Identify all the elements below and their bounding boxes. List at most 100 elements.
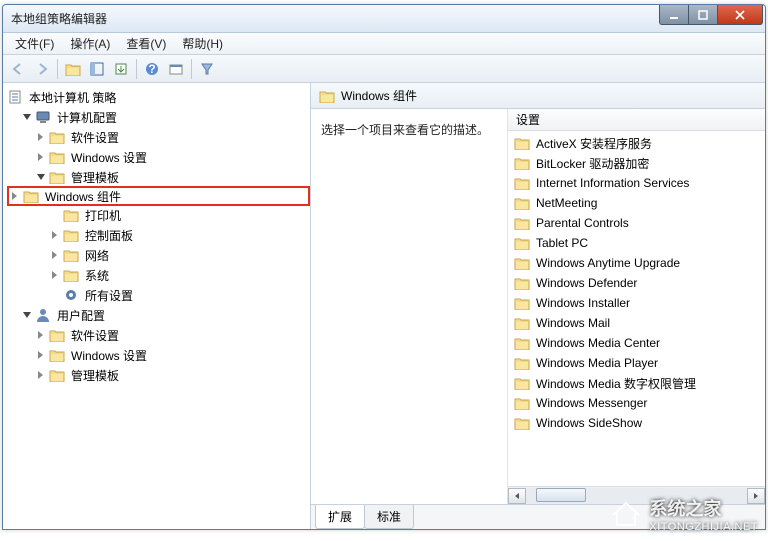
properties-button[interactable] bbox=[165, 58, 187, 80]
folder-icon bbox=[514, 316, 530, 330]
tree-control-panel[interactable]: 控制面板 bbox=[7, 225, 310, 245]
scroll-left-button[interactable] bbox=[508, 488, 526, 504]
list-item[interactable]: BitLocker 驱动器加密 bbox=[508, 153, 765, 173]
view-tabs: 扩展 标准 bbox=[311, 505, 765, 529]
filter-button[interactable] bbox=[196, 58, 218, 80]
tree-network[interactable]: 网络 bbox=[7, 245, 310, 265]
settings-list[interactable]: ActiveX 安装程序服务 BitLocker 驱动器加密Internet In… bbox=[508, 131, 765, 486]
maximize-button[interactable] bbox=[688, 5, 717, 25]
expand-icon[interactable] bbox=[35, 151, 47, 163]
list-item-label: BitLocker 驱动器加密 bbox=[536, 155, 649, 172]
tree-windows-settings[interactable]: Windows 设置 bbox=[7, 345, 310, 365]
tree-printers[interactable]: 打印机 bbox=[7, 205, 310, 225]
menu-file[interactable]: 文件(F) bbox=[7, 32, 62, 55]
expand-icon[interactable] bbox=[49, 269, 61, 281]
tab-extended[interactable]: 扩展 bbox=[315, 505, 365, 529]
expand-icon[interactable] bbox=[9, 190, 21, 202]
list-item-label: Windows Installer bbox=[536, 296, 630, 310]
right-pane: Windows 组件 选择一个项目来查看它的描述。 设置 ActiveX 安装程… bbox=[311, 83, 765, 529]
list-item[interactable]: Windows Messenger bbox=[508, 393, 765, 413]
tree-software-settings[interactable]: 软件设置 bbox=[7, 127, 310, 147]
detail-area: 选择一个项目来查看它的描述。 设置 ActiveX 安装程序服务BitLocke… bbox=[311, 109, 765, 505]
folder-icon bbox=[514, 276, 530, 290]
list-item[interactable]: Parental Controls bbox=[508, 213, 765, 233]
forward-button[interactable] bbox=[31, 58, 53, 80]
list-item-label: Windows Media Player bbox=[536, 356, 658, 370]
column-header-settings[interactable]: 设置 bbox=[516, 111, 540, 128]
tab-standard[interactable]: 标准 bbox=[364, 505, 414, 529]
folder-icon bbox=[63, 267, 79, 283]
tree-user-config[interactable]: 用户配置 bbox=[7, 305, 310, 325]
list-item[interactable]: NetMeeting bbox=[508, 193, 765, 213]
tree-label: Windows 设置 bbox=[69, 346, 149, 365]
expand-icon[interactable] bbox=[35, 329, 47, 341]
tree-pane[interactable]: 本地计算机 策略 计算机配置 软件设置 Windows 设置 管理模板 bbox=[3, 83, 311, 529]
expand-icon[interactable] bbox=[49, 229, 61, 241]
expand-icon[interactable] bbox=[35, 131, 47, 143]
list-item[interactable]: Windows Media Player bbox=[508, 353, 765, 373]
horizontal-scrollbar[interactable] bbox=[508, 486, 765, 504]
list-item-label: Windows Media 数字权限管理 bbox=[536, 375, 696, 392]
scroll-right-button[interactable] bbox=[747, 488, 765, 504]
folder-icon bbox=[514, 416, 530, 430]
list-item-label: Windows Mail bbox=[536, 316, 610, 330]
collapse-icon[interactable] bbox=[21, 111, 33, 123]
folder-icon bbox=[49, 347, 65, 363]
list-item[interactable]: Windows Installer bbox=[508, 293, 765, 313]
collapse-icon[interactable] bbox=[21, 309, 33, 321]
folder-icon bbox=[514, 136, 530, 150]
tree-software-settings[interactable]: 软件设置 bbox=[7, 325, 310, 345]
list-item[interactable]: Windows Defender bbox=[508, 273, 765, 293]
list-item[interactable]: Tablet PC bbox=[508, 233, 765, 253]
tree-label: Windows 设置 bbox=[69, 148, 149, 167]
tree-windows-settings[interactable]: Windows 设置 bbox=[7, 147, 310, 167]
scroll-track[interactable] bbox=[526, 488, 747, 504]
titlebar[interactable]: 本地组策略编辑器 bbox=[3, 5, 765, 33]
menu-action[interactable]: 操作(A) bbox=[62, 32, 118, 55]
folder-icon bbox=[49, 169, 65, 185]
folder-icon bbox=[514, 156, 530, 170]
toolbar-separator bbox=[57, 59, 58, 79]
expand-icon[interactable] bbox=[35, 369, 47, 381]
tree-root[interactable]: 本地计算机 策略 bbox=[7, 87, 310, 107]
toolbar-separator bbox=[191, 59, 192, 79]
up-button[interactable] bbox=[62, 58, 84, 80]
close-button[interactable] bbox=[717, 5, 763, 25]
tree-label: 计算机配置 bbox=[55, 108, 119, 127]
path-bar: Windows 组件 bbox=[311, 83, 765, 109]
minimize-button[interactable] bbox=[659, 5, 688, 25]
tree-windows-components[interactable]: Windows 组件 bbox=[7, 186, 310, 206]
tree-all-settings[interactable]: 所有设置 bbox=[7, 285, 310, 305]
window-title: 本地组策略编辑器 bbox=[11, 10, 659, 27]
list-item[interactable]: Windows Mail bbox=[508, 313, 765, 333]
scroll-thumb[interactable] bbox=[536, 488, 586, 502]
menu-help[interactable]: 帮助(H) bbox=[174, 32, 231, 55]
tree-label: 所有设置 bbox=[83, 286, 135, 305]
tree-computer-config[interactable]: 计算机配置 bbox=[7, 107, 310, 127]
menu-view[interactable]: 查看(V) bbox=[118, 32, 174, 55]
folder-icon bbox=[23, 188, 39, 204]
tree-label: 本地计算机 策略 bbox=[27, 88, 118, 107]
list-item[interactable]: Windows SideShow bbox=[508, 413, 765, 433]
expand-icon[interactable] bbox=[49, 249, 61, 261]
list-item-label: Parental Controls bbox=[536, 216, 629, 230]
tree-label: 网络 bbox=[83, 246, 111, 265]
collapse-icon[interactable] bbox=[35, 171, 47, 183]
back-button[interactable] bbox=[7, 58, 29, 80]
tree-admin-templates[interactable]: 管理模板 bbox=[7, 167, 310, 187]
tree-system[interactable]: 系统 bbox=[7, 265, 310, 285]
list-item[interactable]: ActiveX 安装程序服务 bbox=[508, 133, 765, 153]
list-header[interactable]: 设置 bbox=[508, 109, 765, 131]
expand-icon[interactable] bbox=[35, 349, 47, 361]
menubar: 文件(F) 操作(A) 查看(V) 帮助(H) bbox=[3, 33, 765, 55]
export-button[interactable] bbox=[110, 58, 132, 80]
help-button[interactable]: ? bbox=[141, 58, 163, 80]
window-buttons bbox=[659, 5, 763, 25]
list-item[interactable]: Windows Media 数字权限管理 bbox=[508, 373, 765, 393]
tree-admin-templates[interactable]: 管理模板 bbox=[7, 365, 310, 385]
list-item[interactable]: Internet Information Services bbox=[508, 173, 765, 193]
show-tree-button[interactable] bbox=[86, 58, 108, 80]
path-label: Windows 组件 bbox=[341, 87, 417, 104]
list-item[interactable]: Windows Media Center bbox=[508, 333, 765, 353]
list-item[interactable]: Windows Anytime Upgrade bbox=[508, 253, 765, 273]
